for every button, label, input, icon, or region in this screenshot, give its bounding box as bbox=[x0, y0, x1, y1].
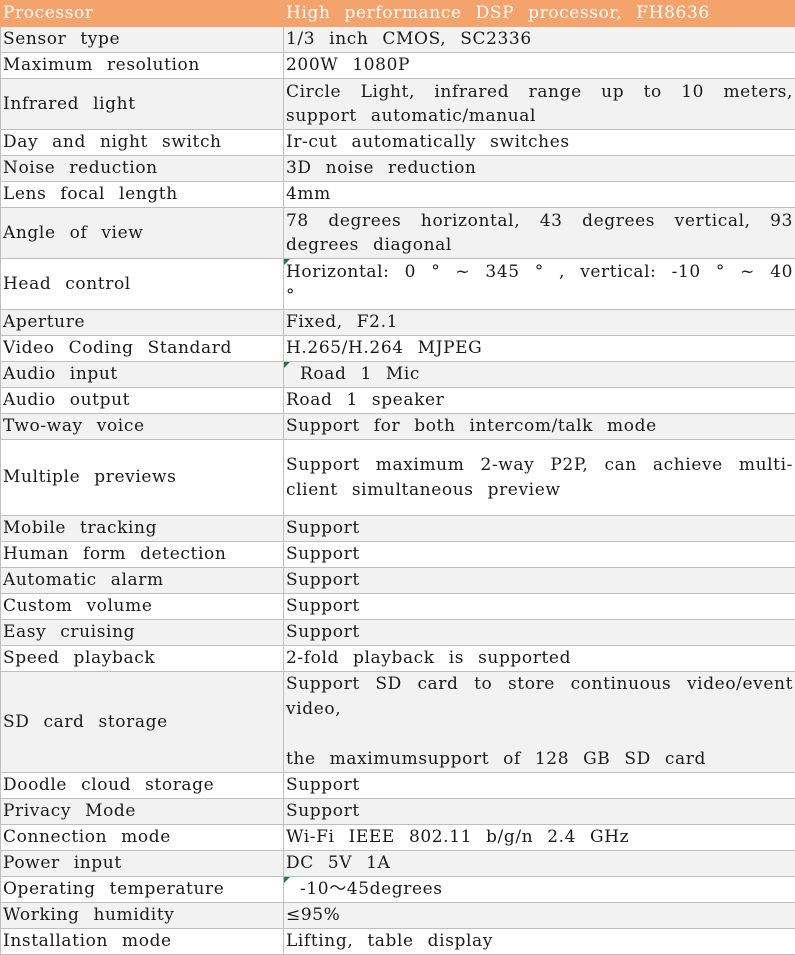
spec-label: Lens focal length bbox=[0, 181, 284, 208]
table-row: Operating temperature -10～45degrees bbox=[0, 876, 795, 903]
spec-value: Lifting, table display bbox=[283, 928, 795, 955]
spec-value: 3D noise reduction bbox=[283, 155, 795, 182]
spec-value: Support maximum 2-way P2P, can achieve m… bbox=[283, 439, 795, 516]
table-row: Power input DC 5V 1A bbox=[0, 850, 795, 877]
spec-value: Support bbox=[283, 593, 795, 620]
spec-label: Multiple previews bbox=[0, 439, 284, 516]
spec-value: 4mm bbox=[283, 181, 795, 208]
spec-value: Support for both intercom/talk mode bbox=[283, 413, 795, 440]
spec-value: Fixed, F2.1 bbox=[283, 309, 795, 336]
table-row: Lens focal length 4mm bbox=[0, 181, 795, 208]
spec-value: Horizontal: 0 ° ~ 345 ° , vertical: -10 … bbox=[283, 258, 795, 310]
table-row: Doodle cloud storage Support bbox=[0, 772, 795, 799]
spec-label: Audio output bbox=[0, 387, 284, 414]
table-row: Head control Horizontal: 0 ° ~ 345 ° , v… bbox=[0, 258, 795, 310]
table-row: Two-way voice Support for both intercom/… bbox=[0, 413, 795, 440]
spec-value: Road 1 Mic bbox=[283, 361, 795, 388]
spec-label: Day and night switch bbox=[0, 129, 284, 156]
table-row: Automatic alarm Support bbox=[0, 567, 795, 594]
spec-label: Speed playback bbox=[0, 645, 284, 672]
spec-value: -10～45degrees bbox=[283, 876, 795, 903]
spec-value: Support SD card to store continuous vide… bbox=[283, 671, 795, 773]
spec-label: Mobile tracking bbox=[0, 515, 284, 542]
spec-label: Processor bbox=[0, 0, 284, 27]
table-row: Speed playback 2-fold playback is suppor… bbox=[0, 645, 795, 672]
spec-value: Ir-cut automatically switches bbox=[283, 129, 795, 156]
spec-label: Human form detection bbox=[0, 541, 284, 568]
spec-label: Noise reduction bbox=[0, 155, 284, 182]
spec-label: Installation mode bbox=[0, 928, 284, 955]
spec-value: 1/3 inch CMOS, SC2336 bbox=[283, 26, 795, 53]
spec-label: Audio input bbox=[0, 361, 284, 388]
spec-value: Support bbox=[283, 567, 795, 594]
table-row: Angle of view 78 degrees horizontal, 43 … bbox=[0, 207, 795, 259]
table-header-row: Processor High performance DSP processor… bbox=[0, 0, 795, 27]
spec-value: Road 1 speaker bbox=[283, 387, 795, 414]
table-row: Aperture Fixed, F2.1 bbox=[0, 309, 795, 336]
table-row: Multiple previews Support maximum 2-way … bbox=[0, 439, 795, 516]
table-row: Sensor type 1/3 inch CMOS, SC2336 bbox=[0, 26, 795, 53]
table-row: Video Coding Standard H.265/H.264 MJPEG bbox=[0, 335, 795, 362]
spec-label: Connection mode bbox=[0, 824, 284, 851]
table-row: Privacy Mode Support bbox=[0, 798, 795, 825]
spec-value: High performance DSP processor, FH8636 bbox=[283, 0, 795, 27]
spec-value: DC 5V 1A bbox=[283, 850, 795, 877]
spec-label: Privacy Mode bbox=[0, 798, 284, 825]
spec-table: Processor High performance DSP processor… bbox=[0, 0, 795, 955]
spec-label: Angle of view bbox=[0, 207, 284, 259]
table-row: Maximum resolution 200W 1080P bbox=[0, 52, 795, 79]
table-row: Day and night switch Ir-cut automaticall… bbox=[0, 129, 795, 156]
spec-label: SD card storage bbox=[0, 671, 284, 773]
table-row: SD card storage Support SD card to store… bbox=[0, 671, 795, 773]
spec-value: Support bbox=[283, 619, 795, 646]
table-row: Audio output Road 1 speaker bbox=[0, 387, 795, 414]
table-row: Connection mode Wi-Fi IEEE 802.11 b/g/n … bbox=[0, 824, 795, 851]
spec-value: 2-fold playback is supported bbox=[283, 645, 795, 672]
spec-label: Sensor type bbox=[0, 26, 284, 53]
table-row: Custom volume Support bbox=[0, 593, 795, 620]
table-row: Working humidity ≤95% bbox=[0, 902, 795, 929]
spec-value: Support bbox=[283, 798, 795, 825]
spec-label: Power input bbox=[0, 850, 284, 877]
spec-label: Easy cruising bbox=[0, 619, 284, 646]
table-row: Audio input Road 1 Mic bbox=[0, 361, 795, 388]
spec-value: Support bbox=[283, 772, 795, 799]
spec-label: Custom volume bbox=[0, 593, 284, 620]
spec-value: H.265/H.264 MJPEG bbox=[283, 335, 795, 362]
table-row: Easy cruising Support bbox=[0, 619, 795, 646]
table-row: Noise reduction 3D noise reduction bbox=[0, 155, 795, 182]
spec-value: 200W 1080P bbox=[283, 52, 795, 79]
spec-label: Video Coding Standard bbox=[0, 335, 284, 362]
spec-label: Doodle cloud storage bbox=[0, 772, 284, 799]
spec-value: Wi-Fi IEEE 802.11 b/g/n 2.4 GHz bbox=[283, 824, 795, 851]
spec-label: Working humidity bbox=[0, 902, 284, 929]
spec-value: Support bbox=[283, 515, 795, 542]
spec-label: Aperture bbox=[0, 309, 284, 336]
spec-value: Circle Light, infrared range up to 10 me… bbox=[283, 78, 795, 130]
spec-label: Two-way voice bbox=[0, 413, 284, 440]
spec-value: Support bbox=[283, 541, 795, 568]
spec-label: Head control bbox=[0, 258, 284, 310]
spec-value: 78 degrees horizontal, 43 degrees vertic… bbox=[283, 207, 795, 259]
table-row: Installation mode Lifting, table display bbox=[0, 928, 795, 955]
spec-value: ≤95% bbox=[283, 902, 795, 929]
table-row: Infrared light Circle Light, infrared ra… bbox=[0, 78, 795, 130]
spec-label: Operating temperature bbox=[0, 876, 284, 903]
spec-label: Infrared light bbox=[0, 78, 284, 130]
table-row: Human form detection Support bbox=[0, 541, 795, 568]
spec-label: Automatic alarm bbox=[0, 567, 284, 594]
table-row: Mobile tracking Support bbox=[0, 515, 795, 542]
spec-label: Maximum resolution bbox=[0, 52, 284, 79]
